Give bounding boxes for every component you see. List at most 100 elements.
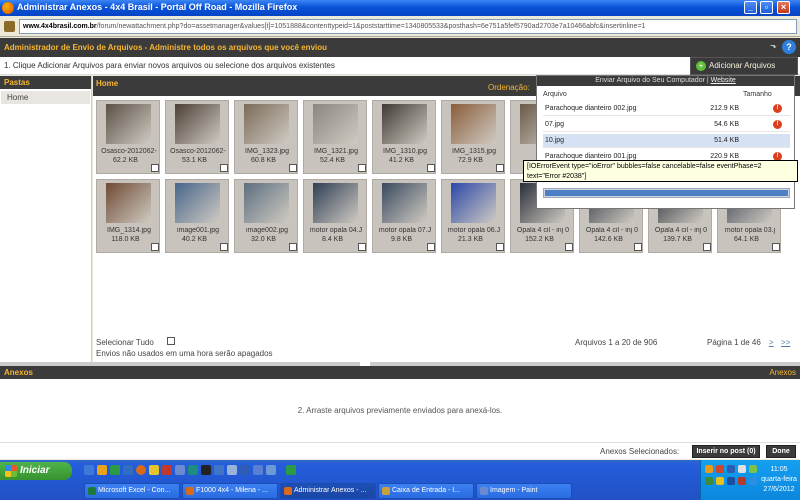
file-thumbnail[interactable]: image002.jpg 32.0 KB: [234, 179, 298, 253]
taskbar-item[interactable]: Administrar Anexos - ...: [280, 483, 376, 499]
taskbar-item[interactable]: Imagem - Paint: [476, 483, 572, 499]
select-all-checkbox[interactable]: [167, 337, 175, 345]
folder-item-home[interactable]: Home: [1, 91, 90, 104]
quicklaunch-star-icon[interactable]: [149, 465, 159, 475]
attachments-heading-right: Anexos: [769, 368, 796, 377]
file-thumbnail[interactable]: motor opala 06.J 21.3 KB: [441, 179, 505, 253]
tray-shield-icon[interactable]: [716, 465, 724, 473]
upload-progress-fill: [545, 190, 788, 196]
quicklaunch-network-icon[interactable]: [175, 465, 185, 475]
tray-volume-icon[interactable]: [738, 465, 746, 473]
minimize-button[interactable]: _: [744, 1, 757, 14]
next-page-link[interactable]: >: [769, 338, 774, 347]
attachments-dropzone[interactable]: 2. Arraste arquivos previamente enviados…: [0, 379, 800, 442]
file-checkbox[interactable]: [427, 243, 435, 251]
selected-attachments-label: Anexos Selecionados:: [600, 447, 680, 456]
quicklaunch-folder-icon[interactable]: [97, 465, 107, 475]
tray-app5-icon[interactable]: [749, 477, 757, 485]
file-checkbox[interactable]: [703, 243, 711, 251]
file-checkbox[interactable]: [496, 243, 504, 251]
file-thumbnail[interactable]: IMG_1321.jpg 52.4 KB: [303, 100, 367, 174]
quicklaunch-excel-icon[interactable]: [110, 465, 120, 475]
tray-app4-icon[interactable]: [738, 477, 746, 485]
maximize-button[interactable]: ▫: [760, 1, 773, 14]
thumbnail-image: [451, 183, 496, 223]
file-size: 21.3 KB: [458, 236, 483, 243]
taskbar-item[interactable]: F1000 4x4 - Milena - ...: [182, 483, 278, 499]
thumbnail-image: [244, 104, 289, 144]
done-button[interactable]: Done: [766, 445, 796, 458]
file-thumbnail[interactable]: motor opala 07.J 9.8 KB: [372, 179, 436, 253]
tray-app3-icon[interactable]: [716, 477, 724, 485]
file-thumbnail[interactable]: IMG_1323.jpg 60.8 KB: [234, 100, 298, 174]
tray-app2-icon[interactable]: [705, 477, 713, 485]
file-checkbox[interactable]: [358, 243, 366, 251]
file-name: image002.jpg: [245, 227, 289, 234]
close-button[interactable]: ×: [777, 1, 790, 14]
file-name: IMG_1315.jpg: [452, 148, 496, 155]
quicklaunch-app2-icon[interactable]: [188, 465, 198, 475]
file-thumbnail[interactable]: IMG_1314.jpg 118.0 KB: [96, 179, 160, 253]
quicklaunch-app5-icon[interactable]: [253, 465, 263, 475]
upload-row[interactable]: 10.jpg 51.4 KB: [543, 134, 790, 148]
file-thumbnail[interactable]: image001.jpg 40.2 KB: [165, 179, 229, 253]
file-checkbox[interactable]: [358, 164, 366, 172]
file-checkbox[interactable]: [151, 164, 159, 172]
url-input[interactable]: www.4x4brasil.com.br/forum/newattachment…: [19, 19, 797, 34]
start-button[interactable]: Iniciar: [0, 462, 72, 480]
file-thumbnail[interactable]: IMG_1315.jpg 72.9 KB: [441, 100, 505, 174]
quicklaunch-word-icon[interactable]: [123, 465, 133, 475]
file-name: Osasco-2012062-: [170, 148, 226, 155]
file-checkbox[interactable]: [634, 243, 642, 251]
file-checkbox[interactable]: [427, 164, 435, 172]
last-page-link[interactable]: >>: [781, 338, 790, 347]
file-name: motor opala 07.J: [378, 227, 432, 234]
file-size: 40.2 KB: [182, 236, 207, 243]
file-checkbox[interactable]: [496, 164, 504, 172]
file-name: IMG_1321.jpg: [314, 148, 358, 155]
quicklaunch-media-icon[interactable]: [214, 465, 224, 475]
quicklaunch-app-icon[interactable]: [162, 465, 172, 475]
file-checkbox[interactable]: [289, 164, 297, 172]
taskbar-item[interactable]: Microsoft Excel - Con...: [84, 483, 180, 499]
file-thumbnail[interactable]: Osasco-2012062- 62.2 KB: [96, 100, 160, 174]
taskbar-clock[interactable]: 11:05 quarta-feira 27/6/2012: [761, 465, 797, 495]
file-checkbox[interactable]: [565, 243, 573, 251]
upload-popup-header: Enviar Arquivo do Seu Computador | Websi…: [537, 76, 794, 86]
quicklaunch-desktop-icon[interactable]: [84, 465, 94, 475]
url-path: /forum/newattachment.php?do=assetmanager…: [96, 23, 646, 30]
file-name: Opala 4 cil - inj 0: [654, 227, 708, 234]
file-checkbox[interactable]: [772, 243, 780, 251]
file-thumbnail[interactable]: IMG_1310.jpg 41.2 KB: [372, 100, 436, 174]
website-link[interactable]: Website: [711, 77, 736, 84]
file-name: motor opala 04.J: [309, 227, 363, 234]
breadcrumb[interactable]: Home: [96, 79, 118, 88]
file-checkbox[interactable]: [220, 164, 228, 172]
upload-row[interactable]: Parachoque dianteiro 002.jpg 212.9 KB!: [543, 102, 790, 116]
add-files-button[interactable]: + Adicionar Arquivos: [690, 57, 798, 75]
window-titlebar: Administrar Anexos - 4x4 Brasil - Portal…: [0, 0, 800, 16]
quicklaunch-terminal-icon[interactable]: [201, 465, 211, 475]
tray-app-icon[interactable]: [705, 465, 713, 473]
collapse-arrow-icon[interactable]: ⬎: [770, 41, 777, 50]
tray-update-icon[interactable]: [749, 465, 757, 473]
tray-network-icon[interactable]: [727, 465, 735, 473]
column-file: Arquivo: [543, 91, 567, 98]
file-checkbox[interactable]: [220, 243, 228, 251]
file-thumbnail[interactable]: motor opala 04.J 8.4 KB: [303, 179, 367, 253]
quicklaunch-app3-icon[interactable]: [227, 465, 237, 475]
file-size: 53.1 KB: [182, 157, 207, 164]
quicklaunch-app4-icon[interactable]: [240, 465, 250, 475]
insert-into-post-button[interactable]: Inserir no post (0): [692, 445, 760, 458]
file-checkbox[interactable]: [151, 243, 159, 251]
file-thumbnail[interactable]: Osasco-2012062- 53.1 KB: [165, 100, 229, 174]
quicklaunch-firefox-icon[interactable]: [136, 465, 146, 475]
quicklaunch-app6-icon[interactable]: [266, 465, 276, 475]
help-icon[interactable]: ?: [782, 40, 796, 54]
taskbar-item[interactable]: Caixa de Entrada - I...: [378, 483, 474, 499]
quicklaunch-excel2-icon[interactable]: [286, 465, 296, 475]
upload-row[interactable]: 07.jpg 54.6 KB!: [543, 118, 790, 132]
tray-bluetooth-icon[interactable]: [727, 477, 735, 485]
file-checkbox[interactable]: [289, 243, 297, 251]
file-size: 72.9 KB: [458, 157, 483, 164]
